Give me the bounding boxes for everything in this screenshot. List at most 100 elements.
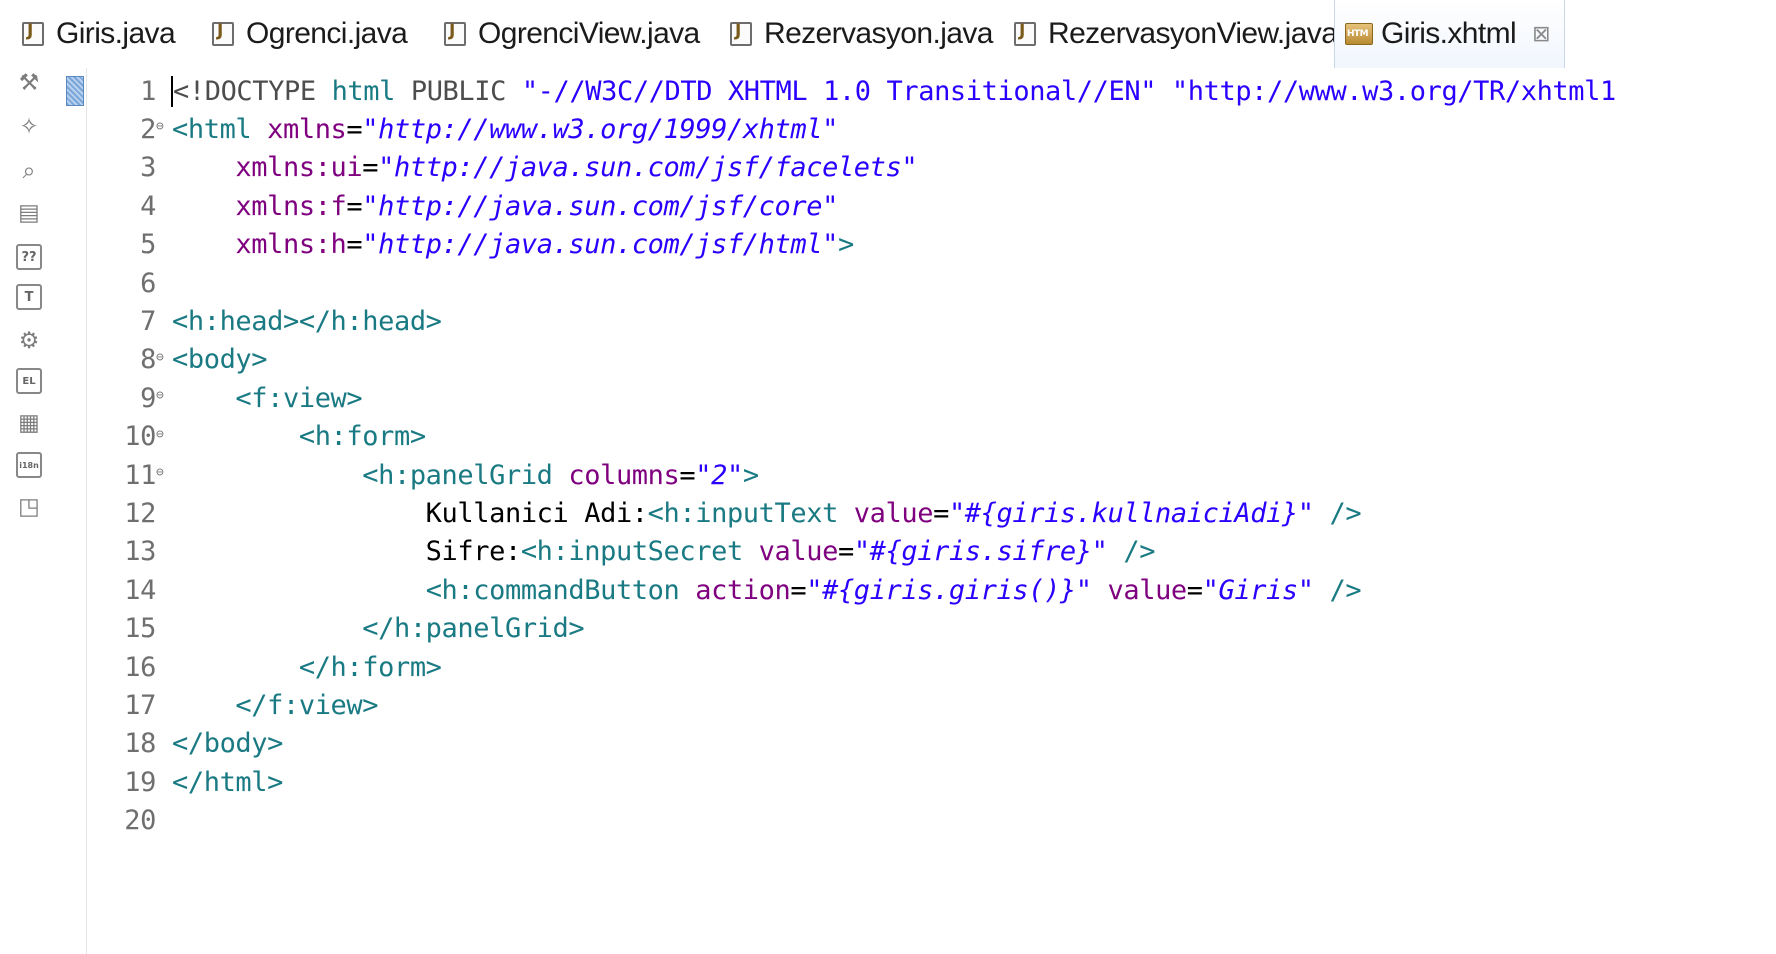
code-token: = [790, 574, 807, 606]
code-line[interactable]: 10 ⊖ <h:form> [62, 418, 1776, 456]
font-icon[interactable]: ⚙ [14, 326, 44, 356]
help-icon[interactable]: ?? [16, 244, 42, 270]
line-number: 2 [140, 113, 156, 145]
line-number: 19 [124, 766, 156, 798]
code-token: "http://java.sun.com/jsf/html" [362, 229, 838, 261]
code-editor[interactable]: 1 <!DOCTYPE html PUBLIC "-//W3C//DTD XHTM… [62, 68, 1776, 954]
code-token: xmlns [267, 113, 347, 145]
line-number: 9 [140, 382, 156, 414]
code-line[interactable]: 12 Kullanici Adi:<h:inputText value="#{g… [62, 494, 1776, 532]
code-token: html [331, 75, 396, 107]
code-line[interactable]: 20 [62, 802, 1776, 840]
line-number: 8 [140, 344, 156, 376]
fold-toggle-icon[interactable]: ⊖ [156, 466, 170, 480]
editor-tab-bar: Giris.java Ogrenci.java OgrenciView.java… [0, 0, 1776, 68]
code-token: > [837, 229, 854, 261]
code-token: xmlns:h [235, 229, 347, 261]
tab-label: OgrenciView.java [478, 17, 700, 50]
tab-ogrenci-java[interactable]: Ogrenci.java [212, 0, 408, 68]
fold-toggle-icon[interactable]: ⊖ [156, 427, 170, 442]
line-number: 7 [140, 305, 156, 337]
code-token: <f:view> [235, 382, 363, 414]
code-line[interactable]: 3 xmlns:ui="http://java.sun.com/jsf/face… [62, 149, 1776, 187]
tools-icon[interactable]: ⚒ [14, 68, 44, 98]
code-text: Sifre:<h:inputSecret value="#{giris.sifr… [172, 536, 1156, 568]
line-number: 20 [124, 805, 156, 837]
code-line[interactable]: 15 </h:panelGrid> [62, 610, 1776, 648]
code-token: = [679, 459, 696, 491]
tab-giris-xhtml[interactable]: Giris.xhtml ⊠ [1334, 0, 1565, 68]
code-line[interactable]: 17 </f:view> [62, 686, 1776, 724]
code-line[interactable]: 6 [62, 264, 1776, 302]
tab-label: Giris.java [56, 17, 176, 50]
code-token: </h:form> [298, 651, 442, 683]
code-text: <h:commandButton action="#{giris.giris()… [172, 574, 1362, 606]
code-token: <html [172, 113, 268, 145]
tab-giris-java[interactable]: Giris.java [22, 0, 176, 68]
line-number: 10 [124, 421, 156, 453]
code-token: "Giris" [1202, 574, 1314, 606]
code-line[interactable]: 19 </html> [62, 763, 1776, 801]
line-number: 14 [124, 574, 156, 606]
line-number: 3 [140, 152, 156, 184]
code-line[interactable]: 1 <!DOCTYPE html PUBLIC "-//W3C//DTD XHTM… [62, 72, 1776, 110]
code-token: value [758, 536, 839, 568]
java-file-icon [1014, 21, 1036, 46]
code-token: <h:commandButton [425, 574, 696, 606]
code-text: <!DOCTYPE html PUBLIC "-//W3C//DTD XHTML… [171, 75, 1616, 107]
code-line[interactable]: 2 ⊖ <html xmlns="http://www.w3.org/1999/xh… [62, 110, 1776, 148]
code-text: </body> [172, 728, 283, 759]
code-token: = [346, 229, 363, 261]
code-token: = [933, 497, 949, 529]
code-token: <body> [172, 344, 268, 376]
code-token: xmlns:ui [235, 152, 363, 184]
code-token: </h:panelGrid> [362, 613, 585, 645]
code-line[interactable]: 18 </body> [62, 725, 1776, 763]
line-number: 15 [124, 613, 156, 645]
tab-rezervasyonview-java[interactable]: RezervasyonView.java [1014, 0, 1338, 68]
find-icon[interactable]: ⌕ [14, 156, 44, 186]
code-token: </html> [172, 766, 283, 798]
code-text: </html> [172, 767, 283, 798]
code-text: <h:form> [172, 421, 426, 452]
code-line[interactable]: 16 </h:form> [62, 648, 1776, 686]
code-text: xmlns:ui="http://java.sun.com/jsf/facele… [172, 152, 917, 183]
code-line[interactable]: 8 ⊖ <body> [62, 341, 1776, 379]
code-token: /> [1313, 497, 1362, 529]
fold-toggle-icon[interactable]: ⊖ [156, 389, 170, 403]
close-tab-icon[interactable]: ⊠ [1532, 22, 1550, 47]
el-icon[interactable]: EL [16, 368, 42, 394]
code-token: xmlns:f [235, 190, 347, 222]
code-line[interactable]: 14 <h:commandButton action="#{giris.giri… [62, 571, 1776, 609]
code-line[interactable]: 13 Sifre:<h:inputSecret value="#{giris.s… [62, 533, 1776, 571]
code-line[interactable]: 7 <h:head></h:head> [62, 302, 1776, 340]
line-number: 18 [124, 728, 156, 760]
text-icon[interactable]: T [16, 284, 42, 310]
code-token: "#{giris.kullnaiciAdi}" [948, 497, 1314, 529]
wand-icon[interactable]: ✧ [14, 112, 44, 142]
code-token: "http://www.w3.org/1999/xhtml" [362, 113, 838, 145]
grid-icon[interactable]: ▦ [14, 408, 44, 438]
fold-toggle-icon[interactable]: ⊖ [156, 120, 170, 134]
snippet-icon[interactable]: ▤ [14, 198, 44, 228]
fold-toggle-icon[interactable]: ⊖ [156, 350, 170, 365]
code-line[interactable]: 9 ⊖ <f:view> [62, 379, 1776, 417]
line-number: 5 [140, 229, 156, 261]
panel-icon[interactable]: ◳ [14, 492, 44, 522]
code-text: Kullanici Adi:<h:inputText value="#{giri… [172, 497, 1362, 529]
code-text: <h:head></h:head> [172, 306, 442, 337]
code-token: = [1186, 574, 1203, 606]
i18n-icon[interactable]: i18n [16, 452, 42, 478]
tab-ogrenciview-java[interactable]: OgrenciView.java [444, 0, 700, 68]
code-token: <h:head></h:head> [172, 305, 442, 337]
tab-rezervasyon-java[interactable]: Rezervasyon.java [730, 0, 993, 68]
code-token: value [1107, 574, 1188, 606]
code-line[interactable]: 5 xmlns:h="http://java.sun.com/jsf/html"… [62, 226, 1776, 264]
code-line[interactable]: 4 xmlns:f="http://java.sun.com/jsf/core" [62, 187, 1776, 225]
code-line[interactable]: 11 ⊖ <h:panelGrid columns="2"> [62, 456, 1776, 494]
